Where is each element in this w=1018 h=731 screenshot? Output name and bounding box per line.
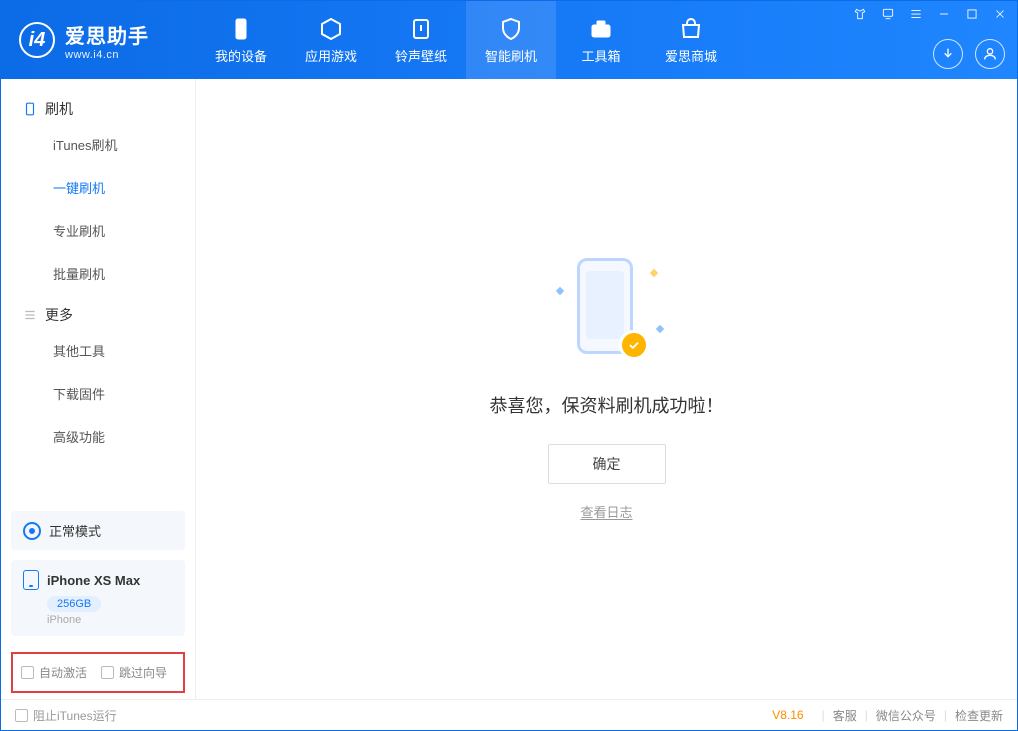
checkbox-icon [15,709,28,722]
nav-toolbox[interactable]: 工具箱 [556,1,646,79]
logo-icon: i4 [19,22,55,58]
ok-button[interactable]: 确定 [548,444,666,484]
nav-ringtone[interactable]: 铃声壁纸 [376,1,466,79]
sidebar: 刷机 iTunes刷机 一键刷机 专业刷机 批量刷机 更多 其他工具 下载固件 … [1,79,196,699]
device-mode-status[interactable]: 正常模式 [11,511,185,550]
sidebar-item-itunes-flash[interactable]: iTunes刷机 [1,123,195,166]
app-title: 爱思助手 [65,20,149,49]
checkbox-icon [101,666,114,679]
version-label: V8.16 [772,708,803,722]
shield-refresh-icon [498,16,524,42]
sidebar-group-more: 更多 [1,295,195,329]
toolbox-icon [588,16,614,42]
title-bar: i4 爱思助手 www.i4.cn 我的设备 应用游戏 铃声壁纸 智能刷机 工具… [1,1,1017,79]
sidebar-item-advanced[interactable]: 高级功能 [1,415,195,458]
checkbox-skip-guide[interactable]: 跳过向导 [101,664,167,681]
wechat-link[interactable]: 微信公众号 [876,707,936,724]
success-illustration [547,258,667,368]
device-card[interactable]: iPhone XS Max 256GB iPhone [11,560,185,636]
nav-apps[interactable]: 应用游戏 [286,1,376,79]
store-icon [678,16,704,42]
view-log-link[interactable]: 查看日志 [580,502,632,521]
status-dot-icon [23,522,41,540]
checkbox-auto-activate[interactable]: 自动激活 [21,664,87,681]
sidebar-item-oneclick-flash[interactable]: 一键刷机 [1,166,195,209]
feedback-icon[interactable] [879,5,897,23]
skin-icon[interactable] [851,5,869,23]
main-content: 恭喜您，保资料刷机成功啦！ 确定 查看日志 [196,79,1017,699]
highlighted-options: 自动激活 跳过向导 [11,652,185,693]
sidebar-item-firmware[interactable]: 下载固件 [1,372,195,415]
sidebar-item-pro-flash[interactable]: 专业刷机 [1,209,195,252]
app-logo: i4 爱思助手 www.i4.cn [1,1,196,79]
maximize-button[interactable] [963,5,981,23]
checkbox-icon [21,666,34,679]
nav-store[interactable]: 爱思商城 [646,1,736,79]
user-button[interactable] [975,39,1005,69]
window-controls [851,5,1009,23]
sidebar-item-batch-flash[interactable]: 批量刷机 [1,252,195,295]
device-storage-badge: 256GB [47,596,101,612]
header-actions [933,39,1005,69]
device-type: iPhone [47,614,173,626]
device-phone-icon [23,570,39,590]
nav-my-device[interactable]: 我的设备 [196,1,286,79]
check-badge-icon [619,330,649,360]
phone-icon [228,16,254,42]
nav-flash[interactable]: 智能刷机 [466,1,556,79]
close-button[interactable] [991,5,1009,23]
download-button[interactable] [933,39,963,69]
minimize-button[interactable] [935,5,953,23]
success-message: 恭喜您，保资料刷机成功啦！ [490,392,724,418]
status-bar: 阻止iTunes运行 V8.16 | 客服 | 微信公众号 | 检查更新 [1,699,1017,730]
sidebar-group-flash: 刷机 [1,89,195,123]
cube-icon [318,16,344,42]
list-icon [23,308,37,322]
check-update-link[interactable]: 检查更新 [955,707,1003,724]
app-subtitle: www.i4.cn [65,49,149,61]
device-icon [23,102,37,116]
music-icon [408,16,434,42]
device-name: iPhone XS Max [47,573,140,588]
checkbox-block-itunes[interactable]: 阻止iTunes运行 [15,707,117,724]
support-link[interactable]: 客服 [833,707,857,724]
menu-icon[interactable] [907,5,925,23]
main-nav: 我的设备 应用游戏 铃声壁纸 智能刷机 工具箱 爱思商城 [196,1,736,79]
sidebar-item-other-tools[interactable]: 其他工具 [1,329,195,372]
